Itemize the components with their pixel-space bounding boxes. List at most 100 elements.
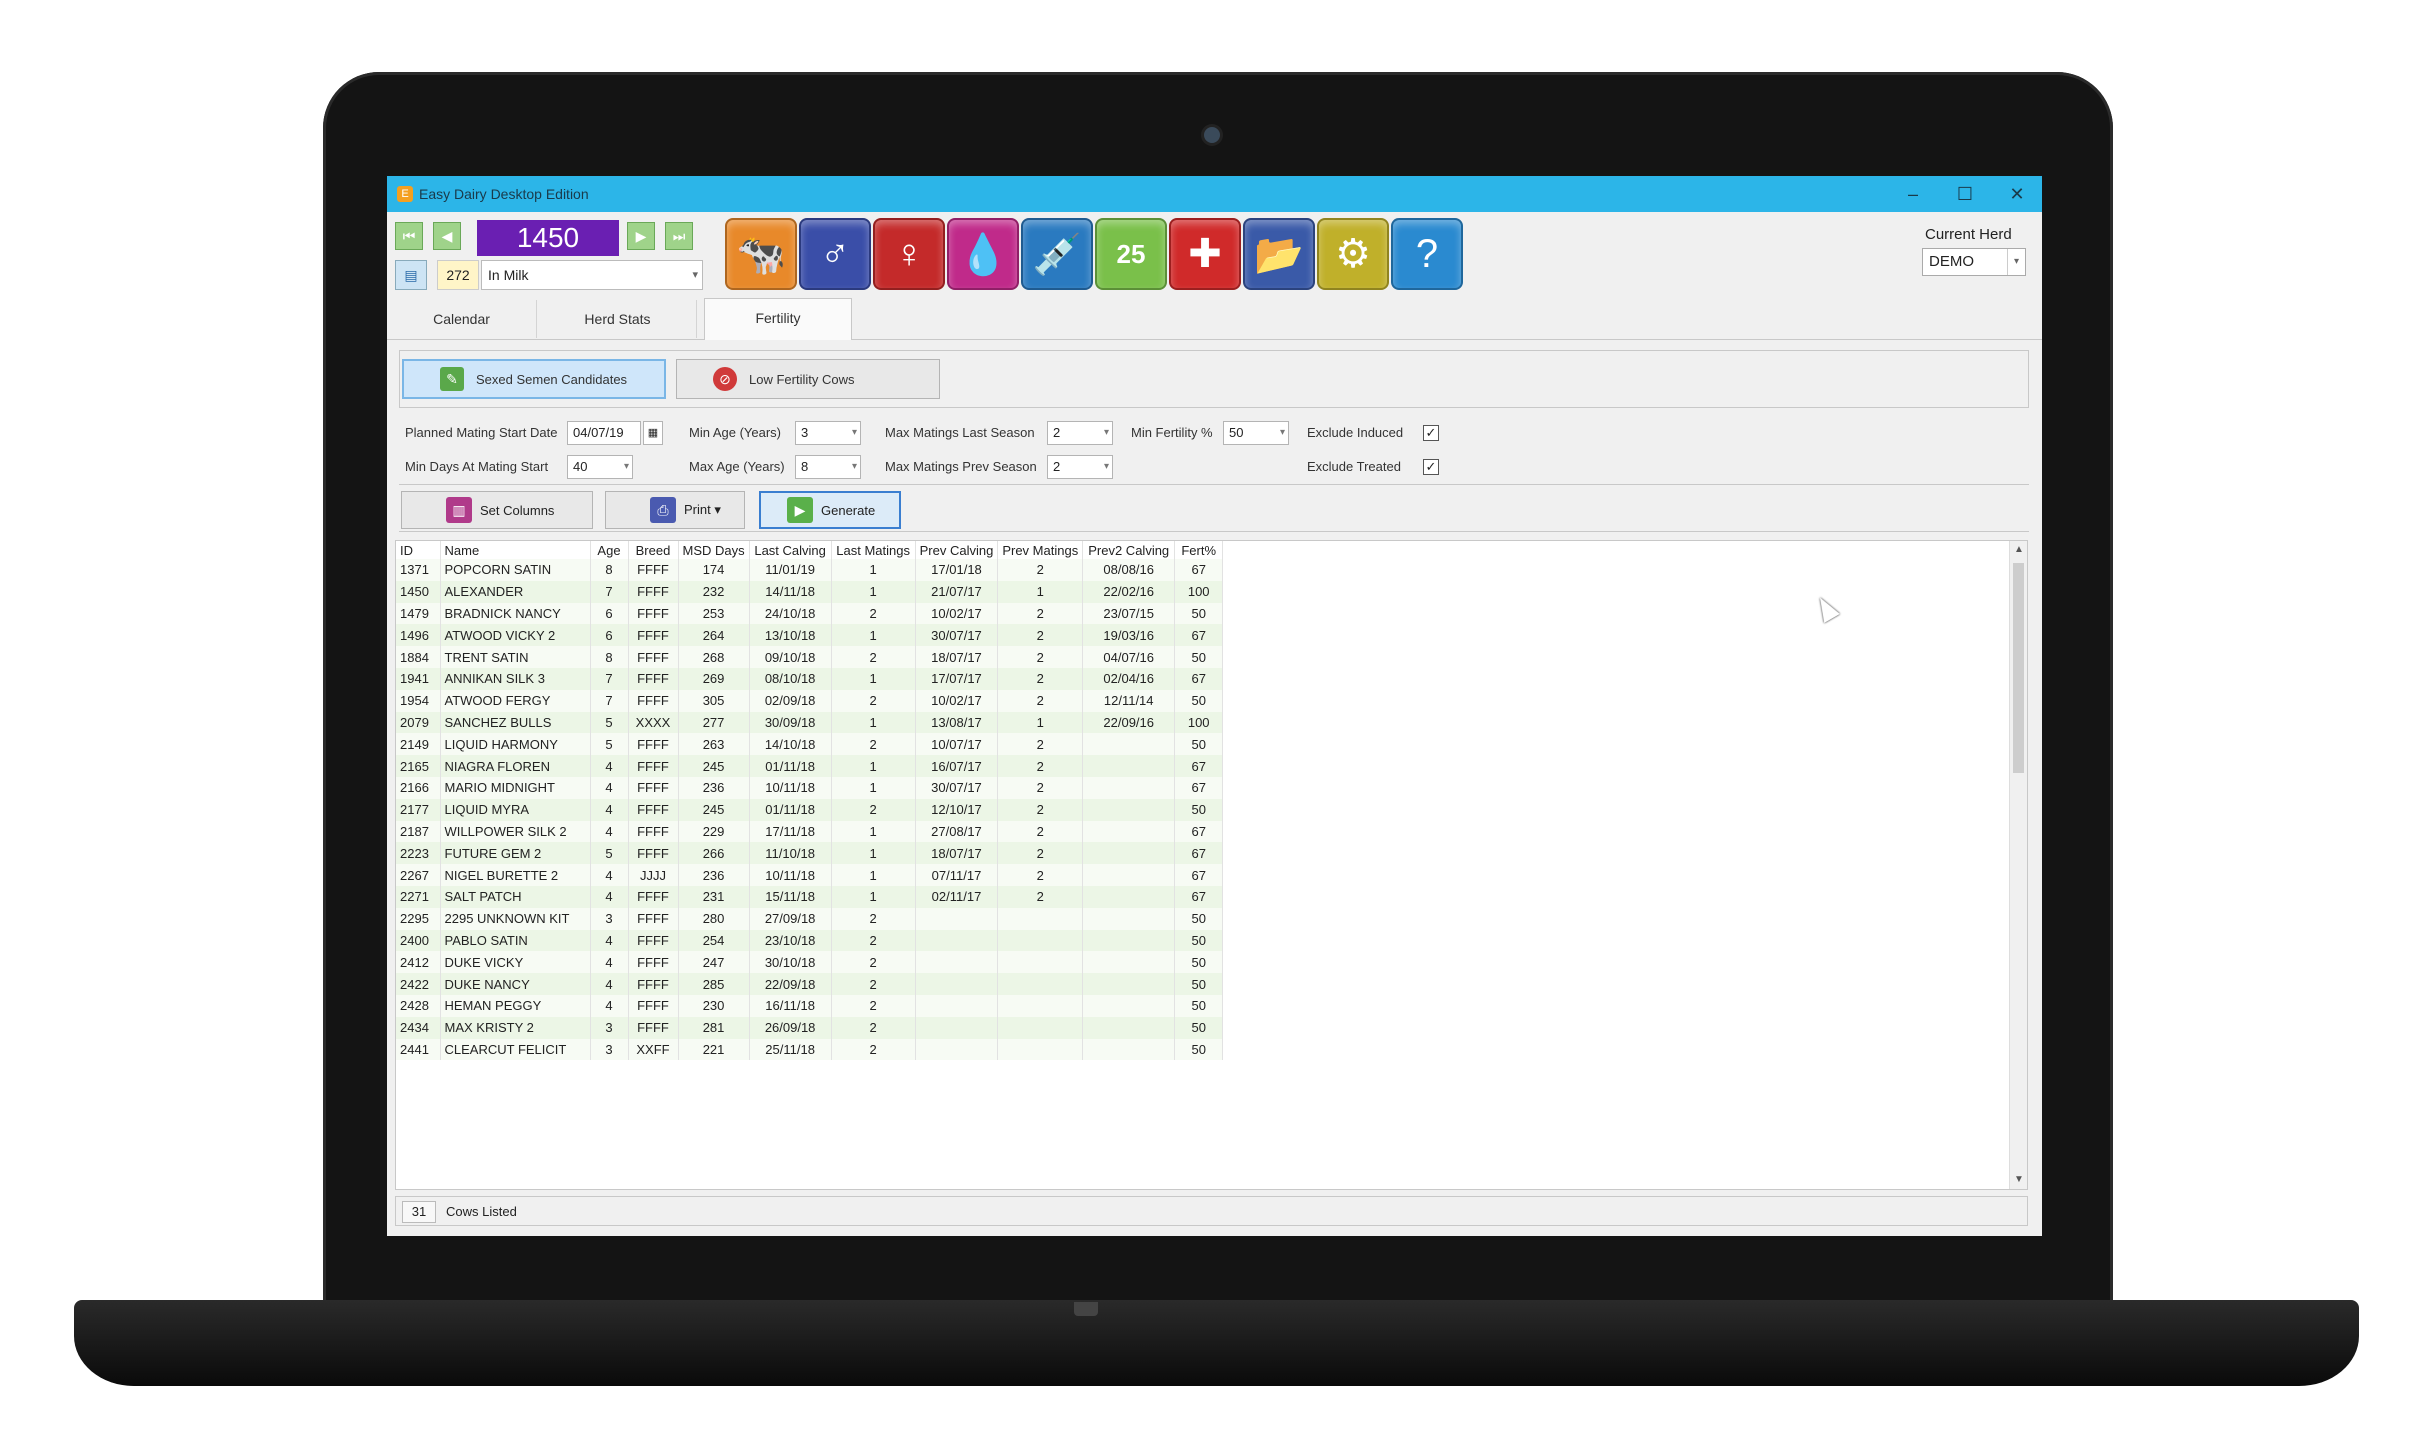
gear-toolbar-button[interactable]: ⚙: [1317, 218, 1389, 290]
next-record-button[interactable]: ▶: [627, 222, 655, 250]
table-row[interactable]: 1496 ATWOOD VICKY 2 6 FFFF 264 13/10/18 1 30/07…: [396, 624, 1224, 647]
female-toolbar-button[interactable]: ♀: [873, 218, 945, 290]
print-button[interactable]: ⎙ Print ▾: [605, 491, 745, 529]
table-row[interactable]: 2295 2295 UNKNOWN KIT 3 FFFF 280 27/09/18 2 50: [396, 907, 1224, 930]
table-cell: 17/07/17: [915, 667, 999, 690]
table-cell: 5: [590, 733, 629, 756]
column-header[interactable]: Age: [590, 541, 629, 559]
exclude-induced-checkbox[interactable]: ✓: [1423, 425, 1439, 441]
column-header[interactable]: MSD Days: [678, 541, 750, 559]
tab-calendar[interactable]: Calendar: [387, 300, 537, 338]
column-header[interactable]: Prev2 Calving: [1082, 541, 1176, 559]
maximize-button[interactable]: ☐: [1939, 176, 1991, 212]
column-header[interactable]: Fert%: [1174, 541, 1224, 559]
column-header[interactable]: ID: [396, 541, 441, 559]
min-days-select[interactable]: 40 ▾: [567, 455, 633, 479]
table-row[interactable]: 2166 MARIO MIDNIGHT 4 FFFF 236 10/11/18 1 30/07…: [396, 776, 1224, 799]
table-row[interactable]: 2412 DUKE VICKY 4 FFFF 247 30/10/18 2 50: [396, 951, 1224, 974]
table-cell: 2: [831, 1038, 916, 1061]
table-cell: FFFF: [628, 842, 679, 865]
column-header[interactable]: Last Matings: [831, 541, 916, 559]
min-fertility-select[interactable]: 50 ▾: [1223, 421, 1289, 445]
table-row[interactable]: 1450 ALEXANDER 7 FFFF 232 14/11/18 1 21/07/17 1 2…: [396, 580, 1224, 603]
cow-toolbar-button[interactable]: 🐄: [725, 218, 797, 290]
exclude-treated-checkbox[interactable]: ✓: [1423, 459, 1439, 475]
table-row[interactable]: 2165 NIAGRA FLOREN 4 FFFF 245 01/11/18 1 16/07/…: [396, 755, 1224, 777]
table-cell: 67: [1174, 776, 1224, 799]
help-toolbar-button[interactable]: ?: [1391, 218, 1463, 290]
table-row[interactable]: 2428 HEMAN PEGGY 4 FFFF 230 16/11/18 2 50: [396, 994, 1224, 1017]
table-row[interactable]: 1954 ATWOOD FERGY 7 FFFF 305 02/09/18 2 10/02/1…: [396, 689, 1224, 712]
table-row[interactable]: 2441 CLEARCUT FELICIT 3 XXFF 221 25/11/18 2 50: [396, 1038, 1224, 1061]
table-row[interactable]: 2149 LIQUID HARMONY 5 FFFF 263 14/10/18 2 10/07…: [396, 733, 1224, 756]
current-herd-select[interactable]: DEMO ▾: [1922, 248, 2026, 276]
table-cell: [1082, 755, 1176, 777]
table-row[interactable]: 1941 ANNIKAN SILK 3 7 FFFF 269 08/10/18 1 17/07…: [396, 667, 1224, 690]
drop-toolbar-button[interactable]: 💧: [947, 218, 1019, 290]
scroll-thumb[interactable]: [2013, 563, 2024, 773]
chevron-down-icon: ▾: [2007, 249, 2025, 275]
male-toolbar-button[interactable]: ♂: [799, 218, 871, 290]
first-record-button[interactable]: ⏮: [395, 222, 423, 250]
table-cell: 10/11/18: [749, 776, 832, 799]
tab-herd-stats[interactable]: Herd Stats: [539, 300, 697, 338]
column-header[interactable]: Breed: [628, 541, 679, 559]
min-age-value: 3: [801, 425, 809, 440]
table-cell: 2400: [396, 929, 441, 952]
table-row[interactable]: 2223 FUTURE GEM 2 5 FFFF 266 11/10/18 1 18/07/1…: [396, 842, 1224, 865]
tab-fertility[interactable]: Fertility: [704, 298, 852, 340]
table-cell: 18/07/17: [915, 842, 999, 865]
min-age-select[interactable]: 3 ▾: [795, 421, 861, 445]
table-row[interactable]: 2400 PABLO SATIN 4 FFFF 254 23/10/18 2 50: [396, 929, 1224, 952]
column-header[interactable]: Prev Matings: [997, 541, 1084, 559]
column-header[interactable]: Last Calving: [749, 541, 832, 559]
current-cow-id[interactable]: 1450: [477, 220, 619, 256]
table-cell: 17/11/18: [749, 820, 832, 843]
table-cell: [915, 973, 999, 995]
table-row[interactable]: 2079 SANCHEZ BULLS 5 XXXX 277 30/09/18 1 13/08/…: [396, 711, 1224, 734]
table-row[interactable]: 1884 TRENT SATIN 8 FFFF 268 09/10/18 2 18/07/17…: [396, 646, 1224, 668]
last-record-button[interactable]: ⏭: [665, 222, 693, 250]
table-cell: 2428: [396, 994, 441, 1017]
max-matings-prev-select[interactable]: 2 ▾: [1047, 455, 1113, 479]
table-row[interactable]: 2422 DUKE NANCY 4 FFFF 285 22/09/18 2 50: [396, 973, 1224, 995]
table-row[interactable]: 2177 LIQUID MYRA 4 FFFF 245 01/11/18 2 12/10/17…: [396, 798, 1224, 821]
table-row[interactable]: 2434 MAX KRISTY 2 3 FFFF 281 26/09/18 2 50: [396, 1016, 1224, 1039]
max-matings-last-select[interactable]: 2 ▾: [1047, 421, 1113, 445]
column-header[interactable]: Prev Calving: [915, 541, 999, 559]
table-row[interactable]: 1371 POPCORN SATIN 8 FFFF 174 11/01/19 1 17/01/…: [396, 559, 1224, 581]
table-cell: PABLO SATIN: [440, 929, 591, 952]
syringe-toolbar-button[interactable]: 💉: [1021, 218, 1093, 290]
calendar-toolbar-button[interactable]: 25: [1095, 218, 1167, 290]
folder-toolbar-button[interactable]: 📂: [1243, 218, 1315, 290]
scroll-down-icon[interactable]: ▼: [2010, 1171, 2027, 1189]
table-row[interactable]: 2271 SALT PATCH 4 FFFF 231 15/11/18 1 02/11/17 2…: [396, 885, 1224, 908]
minimize-button[interactable]: –: [1887, 176, 1939, 212]
generate-button[interactable]: ▶ Generate: [759, 491, 901, 529]
status-select[interactable]: In Milk ▾: [481, 260, 703, 290]
calendar-picker-icon[interactable]: ▦: [643, 421, 663, 445]
book-icon[interactable]: ▤: [395, 260, 427, 290]
scroll-up-icon[interactable]: ▲: [2010, 541, 2027, 559]
max-age-select[interactable]: 8 ▾: [795, 455, 861, 479]
set-columns-button[interactable]: ▥ Set Columns: [401, 491, 593, 529]
table-row[interactable]: 2267 NIGEL BURETTE 2 4 JJJJ 236 10/11/18 1 07/1…: [396, 864, 1224, 886]
table-row[interactable]: 2187 WILLPOWER SILK 2 4 FFFF 229 17/11/18 1 27/…: [396, 820, 1224, 843]
previous-record-button[interactable]: ◀: [433, 222, 461, 250]
table-cell: 5: [590, 842, 629, 865]
column-header[interactable]: Name: [440, 541, 591, 559]
medical-icon: ✚: [1188, 232, 1222, 276]
vertical-scrollbar[interactable]: ▲ ▼: [2009, 541, 2027, 1189]
planned-mating-date-input[interactable]: 04/07/19: [567, 421, 641, 445]
sexed-semen-candidates-button[interactable]: ✎ Sexed Semen Candidates: [402, 359, 666, 399]
table-cell: 1: [831, 755, 916, 777]
table-cell: 02/04/16: [1082, 667, 1176, 690]
low-fertility-cows-button[interactable]: ⊘ Low Fertility Cows: [676, 359, 940, 399]
status-value: In Milk: [488, 267, 529, 283]
table-row[interactable]: 1479 BRADNICK NANCY 6 FFFF 253 24/10/18 2 10/02…: [396, 602, 1224, 625]
table-cell: FFFF: [628, 624, 679, 647]
close-button[interactable]: ✕: [1991, 176, 2042, 212]
table-cell: 4: [590, 885, 629, 908]
medical-toolbar-button[interactable]: ✚: [1169, 218, 1241, 290]
table-cell: [1082, 994, 1176, 1017]
